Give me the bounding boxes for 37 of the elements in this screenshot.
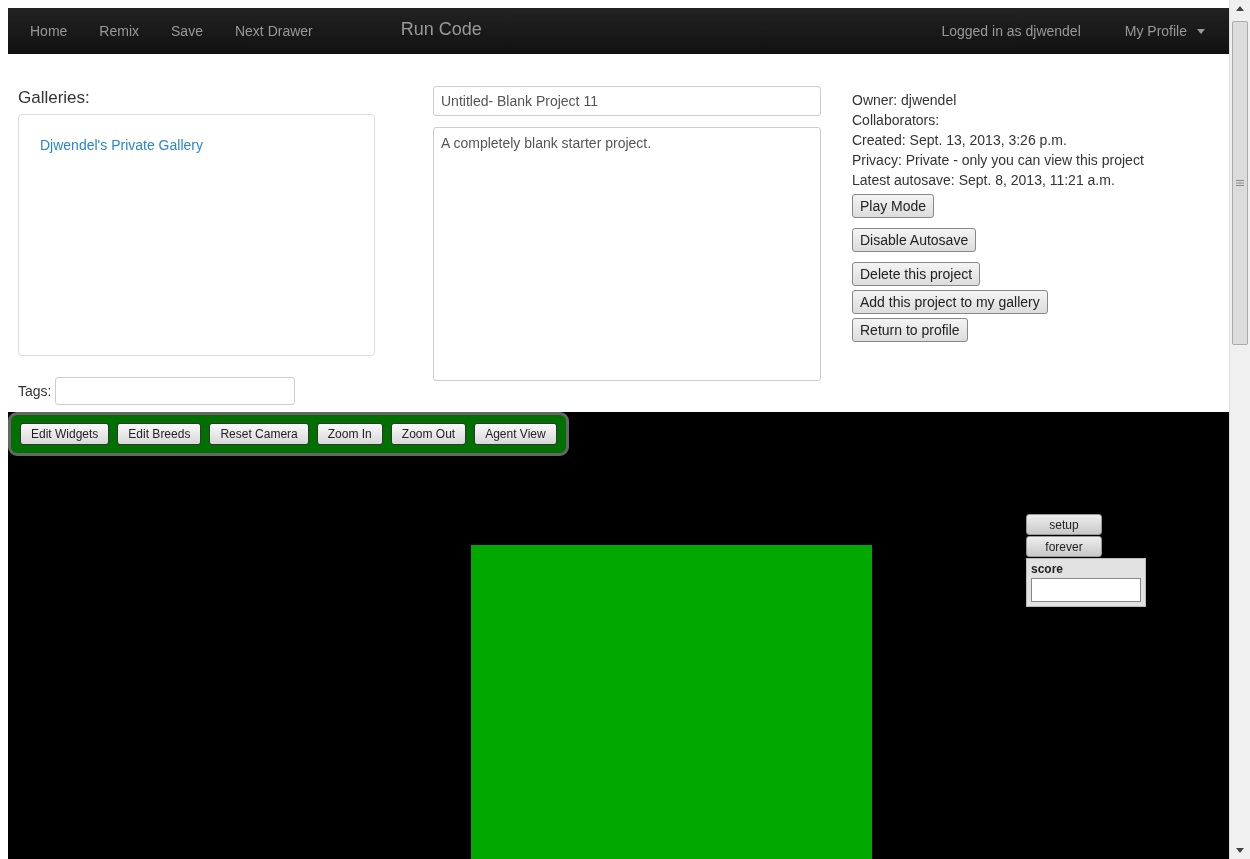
info-text: Privacy: Private - only you can view this project bbox=[852, 151, 1144, 170]
action-button[interactable]: Play Mode bbox=[852, 194, 935, 218]
toolbar-button[interactable]: Agent View bbox=[474, 423, 557, 445]
title-field[interactable]: Untitled- Blank Project 11 bbox=[433, 86, 821, 116]
monitor-label: score bbox=[1031, 562, 1065, 576]
toolbar-button[interactable]: Edit Widgets bbox=[20, 423, 110, 445]
caret-icon bbox=[1197, 28, 1205, 34]
toolbar-button[interactable]: Edit Breeds bbox=[117, 423, 202, 445]
nav-link[interactable]: Next Drawer bbox=[218, 23, 329, 39]
toolbar-button[interactable]: Reset Camera bbox=[209, 423, 309, 445]
profile-menu[interactable]: My Profile bbox=[1108, 23, 1229, 39]
scroll-up-icon[interactable] bbox=[1236, 6, 1244, 11]
scrollbar[interactable] bbox=[1229, 0, 1250, 859]
brand-title[interactable]: Run Code bbox=[328, 18, 502, 44]
action-button[interactable]: Disable Autosave bbox=[852, 228, 977, 252]
action-button[interactable]: Add this project to my gallery bbox=[852, 290, 1048, 314]
info-text: Created: Sept. 13, 2013, 3:26 p.m. bbox=[852, 131, 1068, 150]
tags-field[interactable] bbox=[55, 377, 296, 405]
action-button[interactable]: Delete this project bbox=[852, 262, 981, 286]
info-text: Collaborators: bbox=[852, 111, 941, 130]
galleries-heading: Galleries: bbox=[18, 88, 91, 108]
toolbar-button[interactable]: Zoom In bbox=[316, 423, 383, 445]
widget-button[interactable]: forever bbox=[1026, 536, 1102, 557]
info-text: Owner: djwendel bbox=[852, 91, 958, 110]
nav-link[interactable]: Save bbox=[155, 23, 219, 39]
logged-in-text: Logged in as djwendel bbox=[940, 23, 1082, 39]
nav-link[interactable]: Remix bbox=[83, 23, 156, 39]
widget-button[interactable]: setup bbox=[1026, 514, 1102, 535]
action-button[interactable]: Return to profile bbox=[852, 318, 968, 342]
scroll-down-icon[interactable] bbox=[1236, 848, 1244, 853]
tags-label: Tags: bbox=[18, 383, 52, 399]
toolbar-button[interactable]: Zoom Out bbox=[390, 423, 467, 445]
info-text: Latest autosave: Sept. 8, 2013, 11:21 a.m. bbox=[852, 171, 1116, 190]
description-field[interactable]: A completely blank starter project. bbox=[433, 127, 821, 381]
grip-icon bbox=[1236, 180, 1244, 186]
gallery-link[interactable]: Djwendel's Private Gallery bbox=[40, 137, 203, 153]
nav-link[interactable]: Home bbox=[14, 23, 84, 39]
